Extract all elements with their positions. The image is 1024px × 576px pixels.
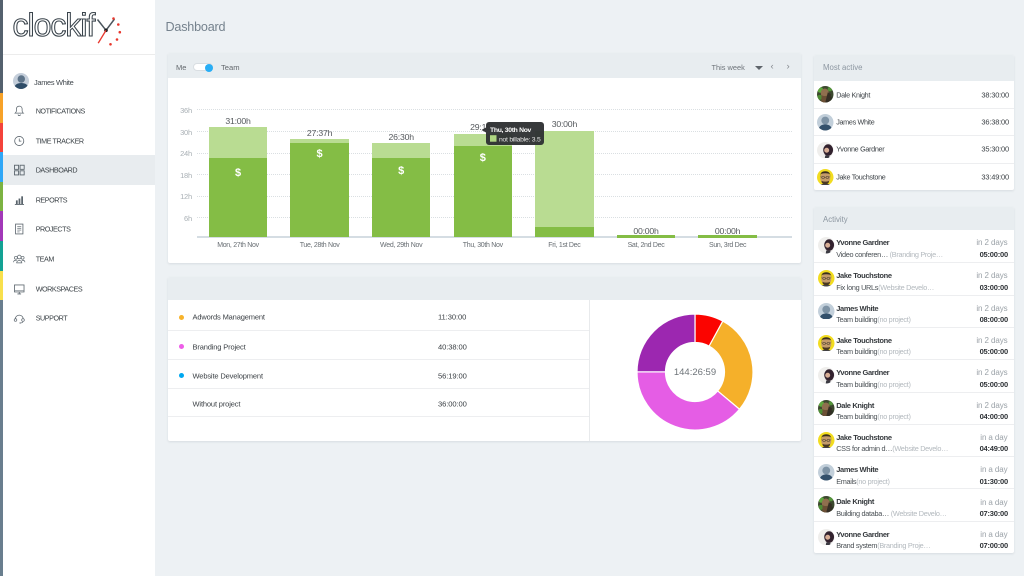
svg-text:Thu, 30th Nov: Thu, 30th Nov [490, 126, 532, 133]
svg-text:not billable: 3.5: not billable: 3.5 [499, 136, 541, 143]
svg-text:clockif: clockif [13, 7, 96, 43]
svg-text:144:26:59: 144:26:59 [674, 367, 716, 378]
